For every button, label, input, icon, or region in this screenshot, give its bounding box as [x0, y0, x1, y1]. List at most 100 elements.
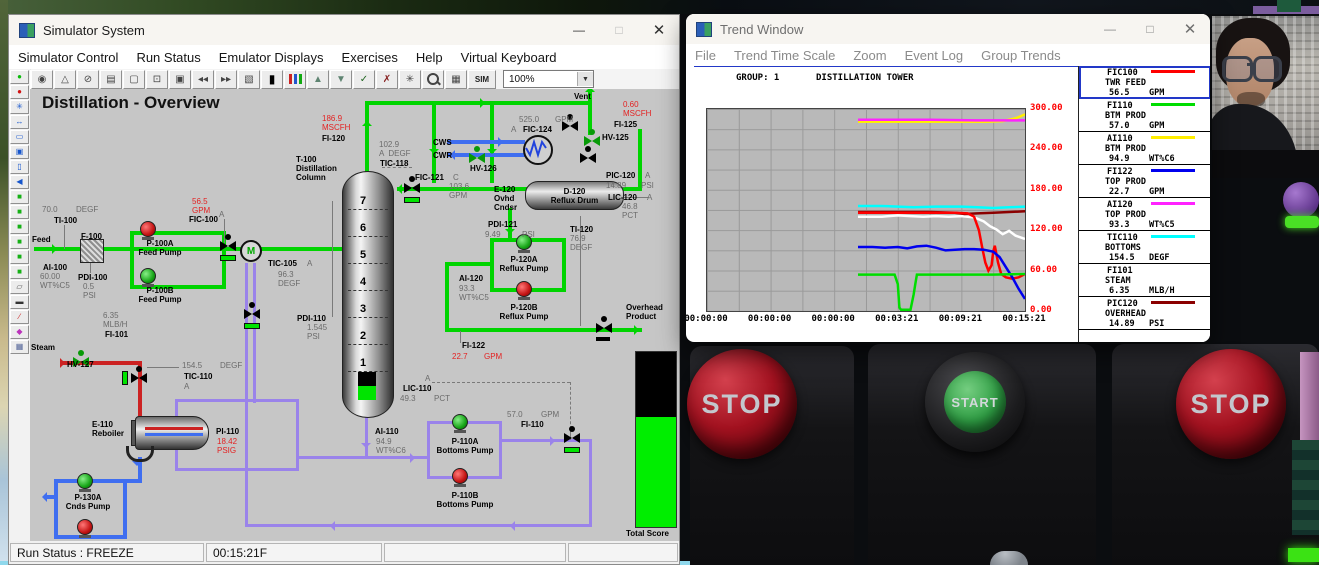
- toolbar-doc-ok-icon[interactable]: ▧: [238, 70, 260, 89]
- side-graphic-4-icon[interactable]: ■: [10, 235, 29, 249]
- pump-p120b[interactable]: [516, 281, 532, 297]
- trend-legend-row[interactable]: PIC120OVERHEAD14.89PSI: [1079, 297, 1210, 330]
- toolbar-alarm-icon[interactable]: △: [54, 70, 76, 89]
- toolbar-trend-bars-icon[interactable]: [284, 70, 306, 89]
- pipe-segment: [404, 197, 420, 203]
- valve-pic120[interactable]: [580, 151, 596, 165]
- toolbar-down-icon[interactable]: ▼: [330, 70, 352, 89]
- scene-purple-sphere: [1283, 182, 1319, 218]
- toolbar-rewind-icon[interactable]: ◂◂: [192, 70, 214, 89]
- pipe-segment: [253, 263, 256, 403]
- side-graphic-3-icon[interactable]: ■: [10, 220, 29, 234]
- trend-legend-row[interactable]: FI110BTM PROD57.0GPM: [1079, 99, 1210, 132]
- menu-emulator-displays[interactable]: Emulator Displays: [210, 50, 333, 65]
- toolbar-search-icon[interactable]: [422, 70, 444, 89]
- toolbar-keys-icon[interactable]: ✳: [399, 70, 421, 89]
- side-save-icon[interactable]: ▦: [10, 340, 29, 354]
- pump-p100b[interactable]: [140, 268, 156, 284]
- simulator-titlebar[interactable]: Simulator System — □ ✕: [9, 15, 679, 46]
- valve-hv126[interactable]: [469, 151, 485, 165]
- minimize-icon[interactable]: —: [559, 16, 599, 44]
- pump-p130b[interactable]: [77, 519, 93, 535]
- side-copy-icon[interactable]: ▱: [10, 280, 29, 294]
- trend-titlebar[interactable]: Trend Window — □ ✕: [686, 14, 1210, 45]
- menu-trend-time-scale[interactable]: Trend Time Scale: [725, 48, 844, 63]
- trend-legend-row[interactable]: FIC100TWR FEED56.5GPM: [1079, 66, 1210, 99]
- close-icon[interactable]: ✕: [639, 16, 679, 44]
- trend-legend-row[interactable]: FI122TOP PROD22.7GPM: [1079, 165, 1210, 198]
- valve-fi110[interactable]: [564, 431, 580, 445]
- valve-fic121[interactable]: [404, 181, 420, 195]
- overhead-condenser[interactable]: [523, 135, 553, 165]
- side-graphic-5-icon[interactable]: ■: [10, 250, 29, 264]
- toolbar-doc-image-icon[interactable]: ▣: [169, 70, 191, 89]
- toolbar-forward-icon[interactable]: ▸▸: [215, 70, 237, 89]
- stop-button-left[interactable]: STOP: [687, 349, 797, 459]
- y-axis-label: 120.00: [1030, 224, 1063, 234]
- toolbar-plant-icon[interactable]: ◉: [31, 70, 53, 89]
- side-display-3-icon[interactable]: ▯: [10, 160, 29, 174]
- toolbar-keyboard-icon[interactable]: ▦: [445, 70, 467, 89]
- trend-legend-row[interactable]: FI101STEAM6.35MLB/H: [1079, 264, 1210, 297]
- side-graphic-1-icon[interactable]: ■: [10, 190, 29, 204]
- maximize-icon[interactable]: □: [599, 16, 639, 44]
- start-button[interactable]: START: [944, 371, 1006, 433]
- minimize-icon[interactable]: —: [1090, 15, 1130, 43]
- menu-simulator-control[interactable]: Simulator Control: [9, 50, 127, 65]
- pump-p110b[interactable]: [452, 468, 468, 484]
- flow-arrow: [52, 244, 57, 254]
- side-swap-icon[interactable]: ↔: [10, 115, 29, 129]
- side-graphic-6-icon[interactable]: ■: [10, 265, 29, 279]
- toolbar-screen-icon[interactable]: ▮: [261, 70, 283, 89]
- diagram-label: TIC-118: [380, 159, 408, 168]
- valve-fic100[interactable]: [220, 239, 236, 253]
- side-freeze-icon[interactable]: ●: [10, 85, 29, 99]
- menu-group-trends[interactable]: Group Trends: [972, 48, 1070, 63]
- toolbar-sim-icon[interactable]: SIM: [468, 70, 496, 89]
- toolbar-check-icon[interactable]: ✓: [353, 70, 375, 89]
- side-display-2-icon[interactable]: ▣: [10, 145, 29, 159]
- toolbar-alarm-ack-icon[interactable]: ⊘: [77, 70, 99, 89]
- toolbar-cross-icon[interactable]: ✗: [376, 70, 398, 89]
- side-snowflake-icon[interactable]: ✳: [10, 100, 29, 114]
- stop-button-right[interactable]: STOP: [1176, 349, 1286, 459]
- valve-hv125[interactable]: [584, 134, 600, 148]
- diagram-label: HV-127: [67, 360, 94, 369]
- valve-fi122[interactable]: [596, 321, 612, 335]
- menu-file[interactable]: File: [686, 48, 725, 63]
- trend-legend-row[interactable]: AI120TOP PROD93.3WT%C5: [1079, 198, 1210, 231]
- toolbar-doc-save-icon[interactable]: ⊡: [146, 70, 168, 89]
- side-run-icon[interactable]: ●: [10, 70, 29, 84]
- maximize-icon[interactable]: □: [1130, 15, 1170, 43]
- valve-tic110[interactable]: [131, 371, 147, 385]
- menu-zoom[interactable]: Zoom: [844, 48, 895, 63]
- menu-help[interactable]: Help: [407, 50, 452, 65]
- side-audio-icon[interactable]: ◀: [10, 175, 29, 189]
- pump-p100a[interactable]: [140, 221, 156, 237]
- trend-legend-row[interactable]: [1079, 330, 1210, 342]
- feed-preheat-exchanger[interactable]: M: [240, 240, 262, 262]
- side-marker-icon[interactable]: ∕: [10, 310, 29, 324]
- sim-time-cell: 00:15:21F: [206, 543, 382, 562]
- pump-p110a[interactable]: [452, 414, 468, 430]
- trend-legend-row[interactable]: AI110BTM PROD94.9WT%C6: [1079, 132, 1210, 165]
- menu-run-status[interactable]: Run Status: [127, 50, 209, 65]
- valve-tic105[interactable]: [244, 307, 260, 321]
- side-display-1-icon[interactable]: ▭: [10, 130, 29, 144]
- toolbar-doc-alert-icon[interactable]: ▤: [100, 70, 122, 89]
- side-panel-icon[interactable]: ▬: [10, 295, 29, 309]
- toolbar-up-icon[interactable]: ▲: [307, 70, 329, 89]
- trend-plot[interactable]: [706, 108, 1026, 312]
- menu-virtual-keyboard[interactable]: Virtual Keyboard: [452, 50, 566, 65]
- close-icon[interactable]: ✕: [1170, 15, 1210, 43]
- menu-exercises[interactable]: Exercises: [333, 50, 407, 65]
- menu-event-log[interactable]: Event Log: [896, 48, 973, 63]
- diagram-label: FI-120: [322, 134, 345, 143]
- zoom-dropdown[interactable]: 100% ▼: [503, 70, 594, 88]
- side-palette-icon[interactable]: ◆: [10, 325, 29, 339]
- pump-p130a[interactable]: [77, 473, 93, 489]
- diagram-label: PIC-120: [606, 171, 635, 180]
- toolbar-doc-icon[interactable]: ▢: [123, 70, 145, 89]
- side-graphic-2-icon[interactable]: ■: [10, 205, 29, 219]
- trend-legend-row[interactable]: TIC110BOTTOMS154.5DEGF: [1079, 231, 1210, 264]
